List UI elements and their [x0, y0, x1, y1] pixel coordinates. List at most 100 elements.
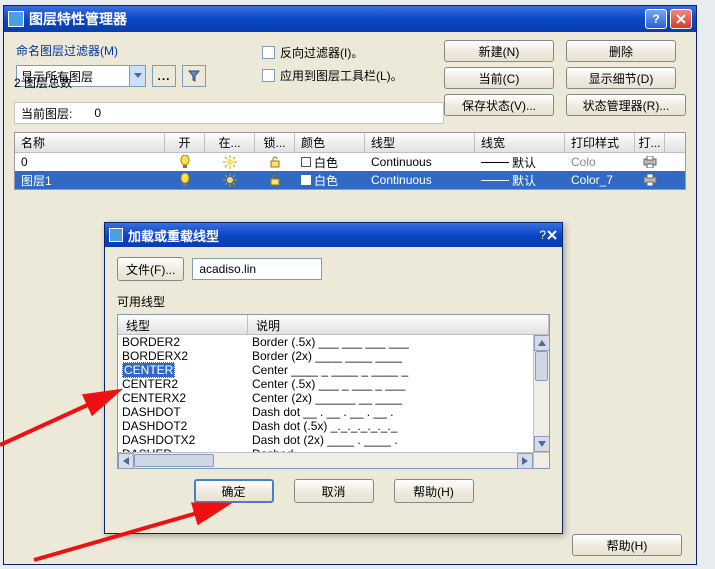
list-item[interactable]: DASHDOT Dash dot __ . __ . __ . __ . — [118, 405, 533, 419]
col-name[interactable]: 名称 — [15, 133, 165, 152]
col-linetype[interactable]: 线型 — [118, 315, 248, 334]
show-details-button[interactable]: 显示细节(D) — [566, 67, 676, 89]
save-state-button[interactable]: 保存状态(V)... — [444, 94, 554, 116]
window-title: 图层特性管理器 — [29, 9, 642, 29]
lock-open-icon[interactable] — [255, 155, 295, 169]
col-ltype[interactable]: 线型 — [365, 133, 475, 152]
scroll-right-arrow-icon[interactable] — [517, 453, 533, 469]
row-name: 0 — [15, 155, 165, 169]
row-ltype[interactable]: Continuous — [365, 155, 475, 169]
close-icon — [546, 229, 558, 241]
app-icon — [8, 11, 24, 27]
col-freeze[interactable]: 在... — [205, 133, 255, 152]
load-linetype-dialog: 加载或重载线型 ? 文件(F)... acadiso.lin 可用线型 线型 说… — [104, 222, 563, 534]
new-layer-button[interactable]: 新建(N) — [444, 40, 554, 62]
current-layer-value: 0 — [94, 106, 101, 120]
row-color-cell[interactable]: 白色 — [295, 154, 365, 171]
dialog-titlebar-close-button[interactable] — [546, 229, 558, 241]
table-row[interactable]: 0 白色 Continuous 默认 Colo — [15, 153, 685, 171]
color-swatch-icon — [301, 175, 311, 185]
bulb-on-icon[interactable] — [165, 155, 205, 169]
filter-more-button[interactable]: ... — [152, 65, 176, 87]
apply-toolbar-checkbox[interactable] — [262, 69, 275, 82]
list-item[interactable]: BORDER2Border (.5x) ___ ___ ___ ___ — [118, 335, 533, 349]
ellipsis-icon: ... — [157, 69, 170, 83]
filter-invert-icon-button[interactable] — [182, 65, 206, 87]
sun-icon[interactable] — [205, 155, 255, 169]
linetype-name: DASHDOT — [122, 405, 181, 419]
layer-table: 名称 开 在... 锁... 颜色 线型 线宽 打印样式 打... 0 白色 C… — [14, 132, 686, 190]
linetype-name: DASHDOT2 — [122, 419, 187, 433]
scroll-thumb[interactable] — [535, 351, 548, 381]
row-ltype[interactable]: Continuous — [365, 173, 475, 187]
list-item[interactable]: BORDERX2Border (2x) ____ ____ ____ — [118, 349, 533, 363]
list-item[interactable]: DASHDOT2Dash dot (.5x) _._._._._._._ — [118, 419, 533, 433]
list-item[interactable]: CENTERCenter ____ _ ____ _ ____ _ — [118, 363, 533, 377]
scroll-thumb[interactable] — [134, 454, 214, 467]
row-color-cell[interactable]: 白色 — [295, 172, 365, 189]
set-current-button[interactable]: 当前(C) — [444, 67, 554, 89]
col-lock[interactable]: 锁... — [255, 133, 295, 152]
invert-filter-label: 反向过滤器(I)。 — [280, 44, 363, 61]
list-item[interactable]: CENTER2Center (.5x) ___ _ ___ _ ___ — [118, 377, 533, 391]
file-value: acadiso.lin — [192, 258, 322, 280]
chevron-down-icon — [129, 66, 145, 86]
color-swatch-icon — [301, 157, 311, 167]
main-titlebar: 图层特性管理器 ? — [4, 6, 696, 32]
dialog-title: 加载或重载线型 — [128, 226, 539, 245]
current-layer-display: 当前图层: 0 — [14, 102, 444, 124]
linetype-name: DASHDOTX2 — [122, 433, 195, 447]
file-button[interactable]: 文件(F)... — [117, 257, 184, 281]
scroll-down-arrow-icon[interactable] — [534, 436, 550, 452]
current-layer-label: 当前图层: — [21, 105, 72, 122]
bulb-on-icon[interactable] — [165, 173, 205, 187]
linetype-list: 线型 说明 BORDER2Border (.5x) ___ ___ ___ __… — [117, 314, 550, 469]
close-icon — [675, 13, 687, 25]
cancel-button[interactable]: 取消 — [294, 479, 374, 503]
delete-layer-button[interactable]: 删除 — [566, 40, 676, 62]
lineweight-icon — [481, 180, 509, 181]
linetype-desc: Dash dot __ . __ . __ . __ . — [248, 405, 533, 419]
titlebar-help-button[interactable]: ? — [645, 9, 667, 29]
list-item[interactable]: CENTERX2Center (2x) ______ __ ____ — [118, 391, 533, 405]
row-pstyle[interactable]: Color_7 — [565, 173, 635, 187]
printer-icon[interactable] — [635, 156, 665, 168]
filter-options: 反向过滤器(I)。 应用到图层工具栏(L)。 — [262, 44, 403, 90]
state-manager-button[interactable]: 状态管理器(R)... — [566, 94, 686, 116]
col-pstyle[interactable]: 打印样式 — [565, 133, 635, 152]
dialog-button-row: 确定 取消 帮助(H) — [117, 479, 550, 503]
scroll-left-arrow-icon[interactable] — [118, 453, 134, 469]
col-color[interactable]: 颜色 — [295, 133, 365, 152]
invert-filter-checkbox[interactable] — [262, 46, 275, 59]
linetype-name: CENTER2 — [122, 377, 178, 391]
dialog-body: 文件(F)... acadiso.lin 可用线型 线型 说明 BORDER2B… — [105, 247, 562, 513]
ok-button[interactable]: 确定 — [194, 479, 274, 503]
dialog-icon — [109, 228, 123, 242]
dialog-titlebar-help-button[interactable]: ? — [539, 228, 546, 242]
printer-icon[interactable] — [635, 174, 665, 186]
main-help-button[interactable]: 帮助(H) — [572, 534, 682, 556]
scroll-corner — [533, 452, 549, 468]
file-row: 文件(F)... acadiso.lin — [117, 257, 550, 281]
sun-icon[interactable] — [205, 173, 255, 187]
scroll-up-arrow-icon[interactable] — [534, 335, 550, 351]
col-desc[interactable]: 说明 — [248, 315, 549, 334]
row-lwt[interactable]: 默认 — [475, 154, 565, 171]
lock-open-icon[interactable] — [255, 173, 295, 187]
linetype-list-body[interactable]: BORDER2Border (.5x) ___ ___ ___ ___BORDE… — [118, 335, 533, 452]
layer-summary: 2 图层总数 — [14, 74, 72, 91]
titlebar-close-button[interactable] — [670, 9, 692, 29]
linetype-name: BORDER2 — [122, 335, 180, 349]
col-lwt[interactable]: 线宽 — [475, 133, 565, 152]
row-pstyle[interactable]: Colo — [565, 155, 635, 169]
list-item[interactable]: DASHDOTX2Dash dot (2x) ____ . ____ . — [118, 433, 533, 447]
table-row[interactable]: 图层1 白色 Continuous 默认 Color_7 — [15, 171, 685, 189]
col-on[interactable]: 开 — [165, 133, 205, 152]
linetype-name: BORDERX2 — [122, 349, 188, 363]
row-lwt[interactable]: 默认 — [475, 172, 565, 189]
lineweight-icon — [481, 162, 509, 163]
col-print[interactable]: 打... — [635, 133, 665, 152]
dialog-help-button[interactable]: 帮助(H) — [394, 479, 474, 503]
vertical-scrollbar[interactable] — [533, 335, 549, 452]
horizontal-scrollbar[interactable] — [118, 452, 533, 468]
